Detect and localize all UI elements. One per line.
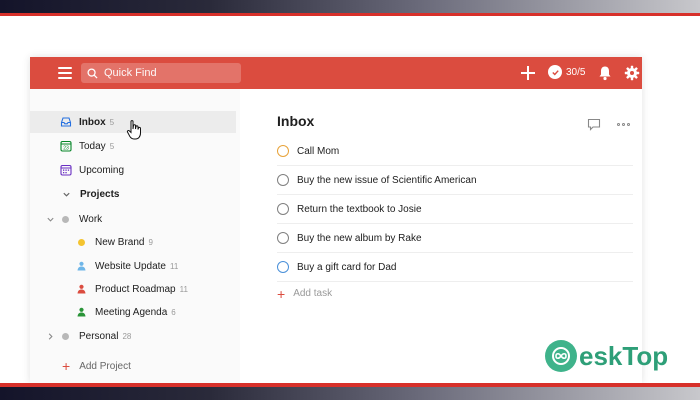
task-complete-checkbox[interactable] [277,145,289,157]
sidebar-item-personal[interactable]: Personal 28 [30,325,131,347]
plus-icon: + [277,285,286,302]
sidebar-item-count: 6 [171,307,176,317]
sidebar-item-label: New Brand [95,236,145,248]
page-title: Inbox [277,113,315,129]
sidebar-item-label: Personal [79,330,119,342]
sidebar-item-count: 11 [169,261,179,271]
sidebar-item-count: 5 [109,117,115,127]
task-complete-checkbox[interactable] [277,261,289,273]
bell-icon[interactable] [598,65,612,81]
task-complete-checkbox[interactable] [277,174,289,186]
watermark-text: eskTop [579,340,669,371]
task-text[interactable]: Call Mom [297,146,339,157]
task-complete-checkbox[interactable] [277,232,289,244]
inbox-icon [60,117,72,127]
chevron-right-icon [48,332,53,340]
task-row: Return the textbook to Josie [277,195,633,224]
karma-productivity-button[interactable]: 30/5 [548,65,585,79]
add-project-label: Add Project [79,360,131,372]
task-text[interactable]: Buy the new album by Rake [297,233,422,244]
sidebar-item-count: 9 [148,237,153,247]
app-window: 30/5 I [30,57,642,383]
hand-cursor-icon [126,120,141,140]
comment-icon[interactable] [587,118,601,131]
sidebar-item-count: 5 [109,141,115,151]
shared-person-icon [77,307,86,317]
sidebar-item-label: Work [79,213,103,225]
sidebar-item-label: Website Update [95,260,166,272]
task-row: Call Mom [277,137,633,166]
more-options-icon[interactable] [617,123,630,126]
outer-frame-accent-top [0,13,700,16]
sidebar-item-label: Today [79,140,106,152]
task-text[interactable]: Buy a gift card for Dad [297,262,397,273]
chevron-down-icon [47,217,54,222]
add-task-button[interactable]: + Add task [277,285,333,302]
karma-count: 30/5 [566,66,586,78]
calendar-today-icon: 23 [60,140,72,152]
svg-text:23: 23 [63,146,69,152]
hamburger-menu-icon[interactable] [58,67,72,79]
sidebar-item-count: 11 [179,284,188,294]
chevron-down-icon [63,192,70,197]
sidebar-item-work[interactable]: Work [30,208,102,230]
top-bar: 30/5 [30,57,642,89]
calendar-upcoming-icon [60,164,72,176]
add-task-plus-icon[interactable] [520,65,536,81]
sidebar-item-label: Inbox [79,116,106,128]
add-task-label: Add task [293,288,333,299]
sidebar-projects-header[interactable]: Projects [30,183,119,205]
sidebar-item-label: Upcoming [79,164,125,176]
plus-icon: + [62,358,71,374]
sidebar-item-label: Meeting Agenda [95,306,168,318]
sidebar-item-upcoming[interactable]: Upcoming [30,159,124,181]
sidebar-item-new-brand[interactable]: New Brand 9 [30,231,153,253]
sidebar-item-website-update[interactable]: Website Update 11 [30,255,178,277]
sidebar-item-today[interactable]: 23 Today 5 [30,135,114,157]
sidebar-item-label: Projects [80,188,120,200]
sidebar-item-label: Product Roadmap [95,283,176,295]
sidebar-item-count: 28 [122,331,132,341]
project-color-dot [62,215,69,223]
quick-find-search[interactable] [81,63,241,83]
task-row: Buy the new issue of Scientific American [277,166,633,195]
gear-icon[interactable] [624,65,640,81]
outer-frame-bottom [0,387,700,400]
search-icon [87,67,98,79]
watermark: eskTop [545,340,668,372]
project-color-dot [62,332,69,340]
task-complete-checkbox[interactable] [277,203,289,215]
task-text[interactable]: Return the textbook to Josie [297,204,422,215]
shared-person-icon [77,261,86,271]
sidebar-item-meeting-agenda[interactable]: Meeting Agenda 6 [30,301,176,323]
shared-person-icon [77,284,86,294]
sidebar-item-product-roadmap[interactable]: Product Roadmap 11 [30,278,188,300]
task-row: Buy the new album by Rake [277,224,633,253]
add-project-button[interactable]: + Add Project [30,355,131,377]
watermark-logo-icon [545,340,577,372]
outer-frame-top [0,0,700,13]
project-color-dot [78,238,85,246]
task-row: Buy a gift card for Dad [277,253,633,282]
task-text[interactable]: Buy the new issue of Scientific American [297,175,477,186]
check-circle-icon [548,65,562,79]
search-input[interactable] [104,67,224,79]
